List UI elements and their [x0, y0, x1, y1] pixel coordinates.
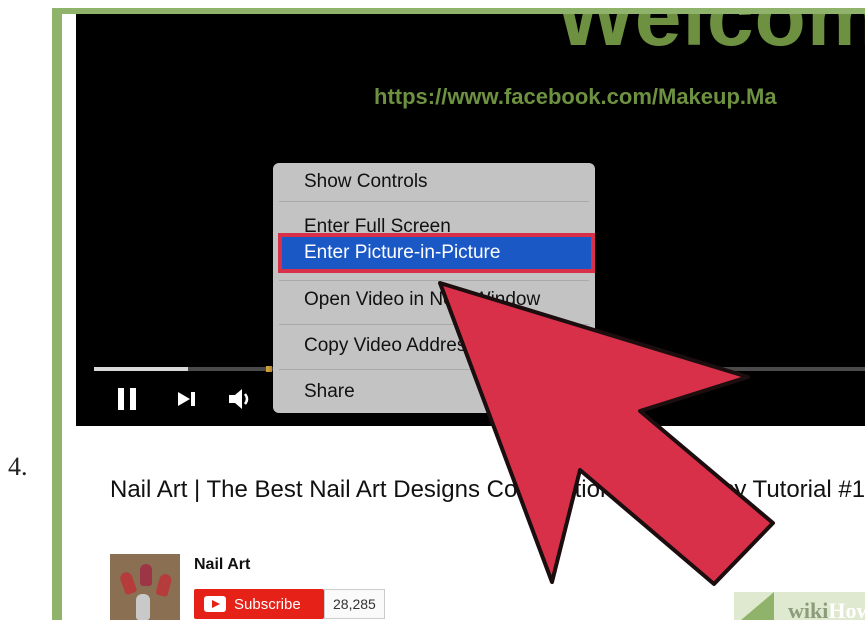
video-info: Nail Art | The Best Nail Art Designs Com… [76, 426, 865, 620]
volume-icon [229, 389, 249, 409]
subscribe-label: Subscribe [234, 595, 301, 613]
progress-played [94, 367, 188, 371]
menu-separator [279, 369, 589, 370]
wikihow-suffix: How [828, 598, 865, 620]
pause-icon [118, 388, 124, 410]
subscriber-count: 28,285 [324, 589, 385, 619]
menu-item-copy-video-address[interactable]: Copy Video Address [273, 331, 595, 361]
menu-separator [279, 324, 589, 325]
highlight-box: Enter Picture-in-Picture [278, 233, 595, 273]
video-overlay-title: Welcom [556, 14, 865, 63]
channel-name[interactable]: Nail Art [194, 556, 250, 574]
wikihow-prefix: wiki [788, 598, 829, 620]
menu-item-open-video-new-window[interactable]: Open Video in New Window [273, 285, 595, 315]
next-track-icon [178, 392, 195, 406]
video-overlay-url: https://www.facebook.com/Makeup.Ma [374, 84, 777, 109]
subscribe-button[interactable]: Subscribe [194, 589, 324, 619]
next-button[interactable] [174, 384, 200, 414]
menu-item-show-controls[interactable]: Show Controls [273, 167, 595, 197]
menu-separator [279, 280, 589, 281]
video-title[interactable]: Nail Art | The Best Nail Art Designs Com… [110, 474, 865, 506]
youtube-logo-icon [204, 596, 226, 612]
volume-button[interactable] [226, 384, 256, 414]
step-number: 4. [8, 452, 28, 481]
channel-avatar[interactable] [110, 554, 180, 620]
menu-item-enter-picture-in-picture[interactable]: Enter Picture-in-Picture [282, 237, 591, 269]
wikihow-watermark: wikiHow [734, 592, 865, 620]
menu-separator [279, 201, 589, 202]
menu-item-share[interactable]: Share [273, 377, 595, 407]
pause-button[interactable] [114, 384, 140, 414]
context-menu: Show Controls Enter Full Screen Enter Pi… [273, 163, 595, 413]
